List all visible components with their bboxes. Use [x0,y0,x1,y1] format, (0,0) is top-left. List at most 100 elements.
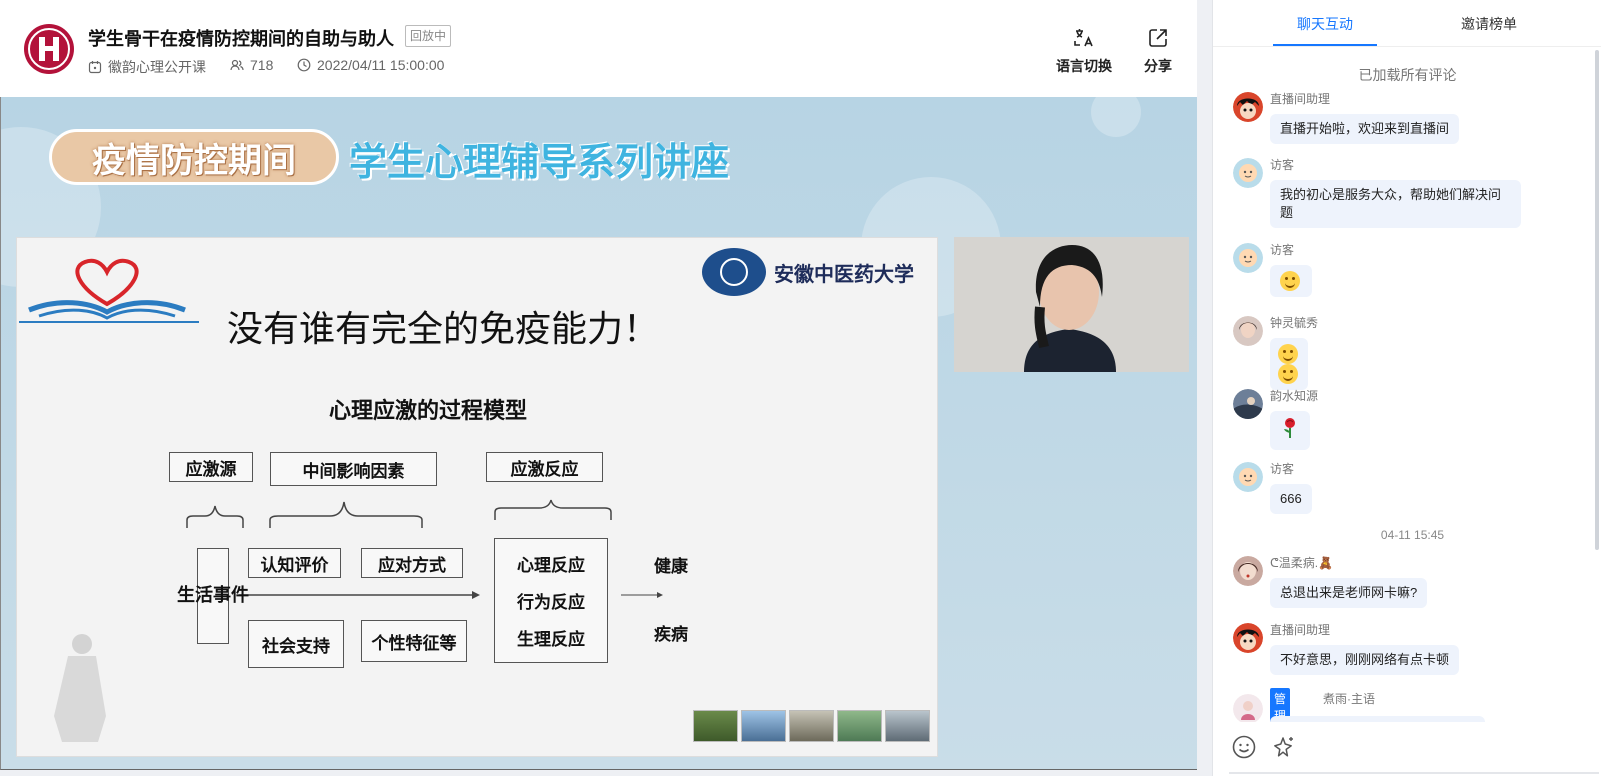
chat-input-edge[interactable] [1229,772,1599,774]
campus-photo [885,710,930,742]
banner-right: 学生心理辅导系列讲座 [349,139,730,184]
campus-photo [837,710,882,742]
share-label: 分享 [1144,58,1172,74]
user-photo-avatar-icon [1233,694,1263,724]
chat-toolbar [1213,722,1601,776]
avatar[interactable] [1233,158,1263,188]
rose-emoji-icon [1284,418,1295,438]
main-panel: 学生骨干在疫情防控期间的自助与助人 回放中 徽韵心理公开课 718 2022/0… [0,0,1197,770]
message-bubble [1270,338,1308,390]
message-username: 钟灵毓秀 [1270,316,1319,330]
message-bubble: 直播开始啦，欢迎来到直播间 [1270,114,1460,144]
message-username: 访客 [1270,243,1295,257]
avatar[interactable] [1233,462,1263,492]
calendar-icon [88,61,102,74]
psych-response: 心理反应 [517,556,585,576]
message-bubble [1270,265,1312,297]
viewer-count: 718 [250,57,274,73]
start-datetime: 2022/04/11 15:00:00 [317,57,445,73]
replay-badge: 回放中 [405,25,452,47]
outcome-health: 健康 [654,557,688,577]
room-header: 学生骨干在疫情防控期间的自助与助人 回放中 徽韵心理公开课 718 2022/0… [0,0,1197,97]
translate-icon [1074,29,1093,47]
time-meta: 2022/04/11 15:00:00 [297,57,444,73]
channel-meta[interactable]: 徽韵心理公开课 [88,57,206,77]
message-username: 煮雨·主语 [1323,692,1375,706]
smile-emoji-icon [1278,344,1298,364]
tab-invite-ranking[interactable]: 邀请榜单 [1461,14,1517,34]
visitor-avatar-icon [1233,158,1263,188]
loaded-notice: 已加载所有评论 [1358,67,1457,83]
message-username: ᕦ温柔病.🧸 [1270,556,1334,570]
campus-photo [789,710,834,742]
share-icon [1149,29,1167,47]
emoji-icon [1232,735,1256,759]
decor-bubble [1091,97,1141,137]
user-photo-avatar-icon [1233,389,1263,419]
speaker-video-feed [954,237,1189,372]
visitor-avatar-icon [1233,243,1263,273]
cognitive-appraisal-box: 认知评价 [248,548,341,578]
banner-left: 疫情防控期间 [49,129,339,185]
tab-chat[interactable]: 聊天互动 [1297,14,1353,34]
like-button[interactable] [1271,734,1297,760]
campus-photo [693,710,738,742]
outcome-disease: 疾病 [654,625,688,645]
responses-box: 心理反应 行为反应 生理反应 [494,538,608,663]
avatar[interactable] [1233,316,1263,346]
coping-style-box: 应对方式 [361,548,463,578]
behavior-response: 行为反应 [517,593,585,613]
avatar[interactable] [1233,92,1263,122]
message-bubble: 我的初心是服务大众，帮助她们解决问题 [1270,180,1521,228]
live-room-app: 学生骨干在疫情防控期间的自助与助人 回放中 徽韵心理公开课 718 2022/0… [0,0,1601,776]
avatar[interactable] [1233,623,1263,653]
stress-source-box: 应激源 [169,452,253,482]
assistant-avatar-icon [1233,623,1263,653]
user-photo-avatar-icon [1233,556,1263,586]
message-username: 直播间助理 [1270,623,1331,637]
channel-logo[interactable] [24,24,74,74]
avatar[interactable] [1233,556,1263,586]
chat-tabs: 聊天互动 邀请榜单 [1213,0,1601,47]
intermediate-factors-box: 中间影响因素 [270,452,437,486]
stress-response-box: 应激反应 [486,452,603,482]
user-photo-avatar-icon [1233,316,1263,346]
language-switch-button[interactable]: 语言切换 [1056,26,1112,76]
chat-scrollbar[interactable] [1595,50,1599,550]
message-username: 访客 [1270,462,1295,476]
message-username: 韵水知源 [1270,389,1319,403]
social-support-box: 社会支持 [248,620,344,668]
share-button[interactable]: 分享 [1144,26,1172,76]
chat-panel: 聊天互动 邀请榜单 已加载所有评论 直播间助理 直播开始啦，欢迎来到直播间 访客… [1212,0,1601,776]
message-bubble: 总退出来是老师网卡嘛? [1270,578,1428,608]
message-username: 访客 [1270,158,1295,172]
message-username: 直播间助理 [1270,92,1331,106]
active-tab-indicator [1273,44,1377,46]
viewer-meta: 718 [230,57,273,73]
sparkle-like-icon [1274,737,1293,757]
speaker-camera [954,237,1189,372]
room-title: 学生骨干在疫情防控期间的自助与助人 [88,29,394,49]
campus-photo [741,710,786,742]
avatar[interactable] [1233,694,1263,724]
message-bubble: 666 [1270,484,1312,514]
message-bubble [1270,411,1310,450]
life-events-box: 生活事件 [177,548,249,644]
physio-response: 生理反应 [517,630,585,650]
video-player[interactable]: 疫情防控期间 学生心理辅导系列讲座 安徽中医药大学 没有谁有完全的免疫能力！ 心… [0,97,1197,770]
channel-name: 徽韵心理公开课 [108,59,206,75]
avatar[interactable] [1233,243,1263,273]
clock-icon [297,58,311,72]
message-bubble: 不好意思，刚刚网络有点卡顿 [1270,645,1460,675]
avatar[interactable] [1233,389,1263,419]
emoji-button[interactable] [1231,734,1257,760]
assistant-avatar-icon [1233,92,1263,122]
personality-box: 个性特征等 [361,620,467,662]
smile-emoji-icon [1280,271,1300,291]
users-icon [230,59,244,71]
model-connectors [186,499,663,599]
lecture-slide: 安徽中医药大学 没有谁有完全的免疫能力！ 心理应激的过程模型 应激源 中间影响因… [16,237,938,757]
language-switch-label: 语言切换 [1056,58,1112,74]
visitor-avatar-icon [1233,462,1263,492]
chat-timestamp: 04-11 15:45 [1380,528,1445,542]
